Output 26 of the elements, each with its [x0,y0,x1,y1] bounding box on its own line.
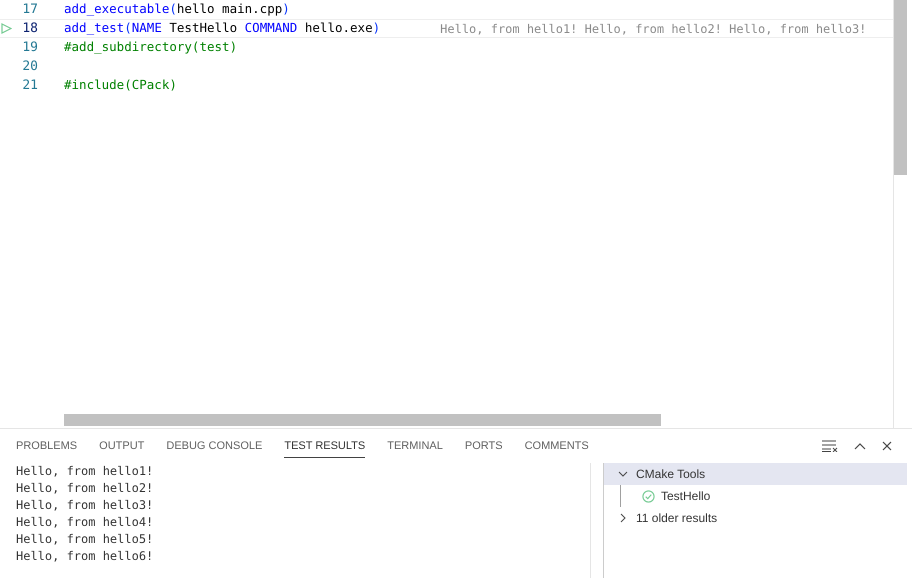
result-tree-item[interactable]: TestHello [642,487,710,505]
panel-tab[interactable]: OUTPUT [99,434,144,458]
line-number: 21 [21,76,38,95]
panel-tab[interactable]: DEBUG CONSOLE [166,434,262,458]
output-line: Hello, from hello2! [16,480,154,497]
code-line: add_test(NAME TestHello COMMAND hello.exe) [64,19,380,38]
line-number: 20 [21,58,38,76]
inline-test-output: Hello, from hello1! Hello, from hello2! Hello, from hello3! [440,20,868,38]
output-line: Hello, from hello6! [16,548,154,565]
output-line: Hello, from hello3! [16,497,154,514]
code-line: #add_subdirectory(test) [64,38,238,56]
line-number: 17 [21,0,38,19]
panel-tab[interactable]: PORTS [464,434,503,458]
line-number: 19 [21,38,38,57]
result-tree-item[interactable]: 11 older results [604,507,907,529]
result-tree-item[interactable]: CMake Tools [604,463,907,485]
code-line: add_executable(hello main.cpp) [64,0,290,18]
panel-tab[interactable]: PROBLEMS [16,434,78,458]
panel-tab[interactable]: TERMINAL [387,434,443,458]
line-number: 18 [21,20,38,38]
panel-tab[interactable]: TEST RESULTS [284,434,366,458]
output-line: Hello, from hello1! [16,463,154,480]
output-line: Hello, from hello4! [16,514,154,531]
output-line: Hello, from hello5! [16,531,154,548]
code-line: #include(CPack) [64,76,177,94]
panel-tab[interactable]: COMMENTS [524,434,589,458]
